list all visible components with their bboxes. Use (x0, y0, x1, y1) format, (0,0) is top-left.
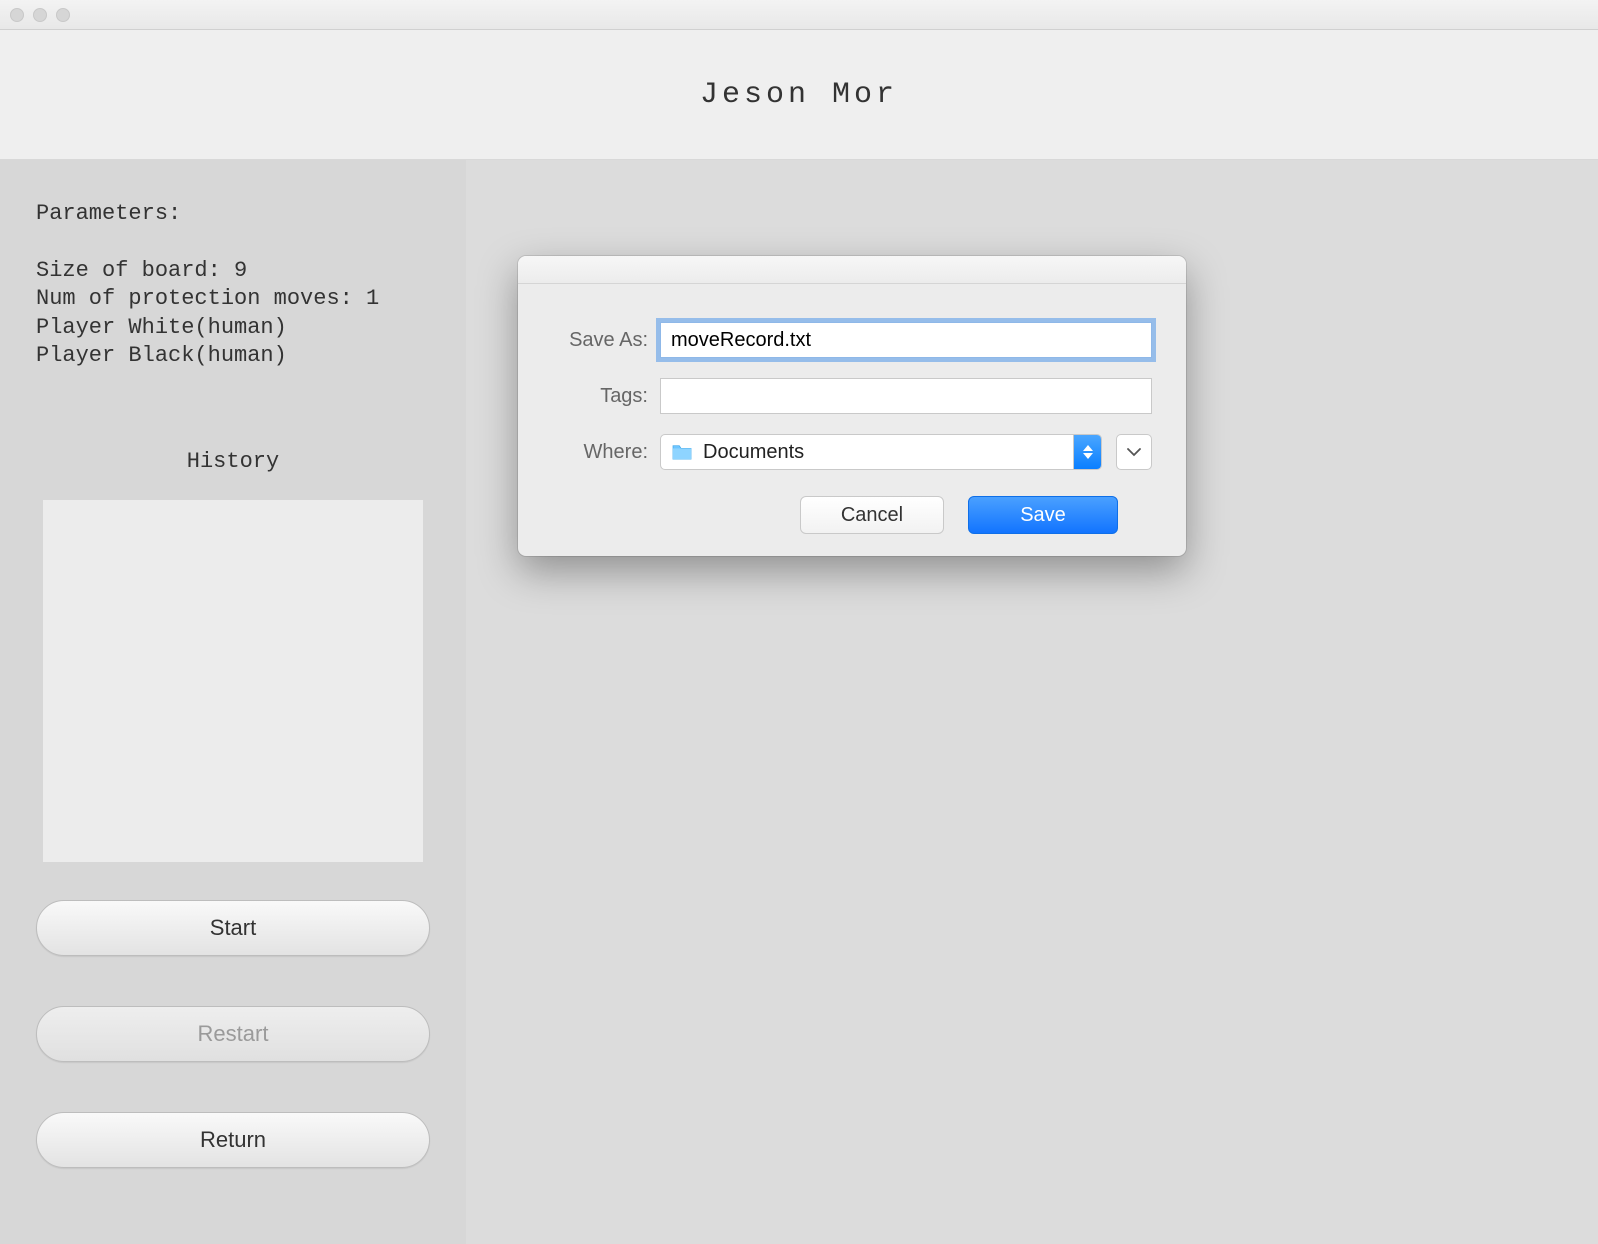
tags-label: Tags: (552, 385, 660, 408)
sidebar-buttons: Start Restart Return (36, 900, 430, 1168)
param-protection-moves: Num of protection moves: 1 (36, 285, 430, 314)
start-button[interactable]: Start (36, 900, 430, 956)
where-value: Documents (703, 441, 804, 464)
restart-button[interactable]: Restart (36, 1006, 430, 1062)
tags-row: Tags: (552, 378, 1152, 414)
return-button[interactable]: Return (36, 1112, 430, 1168)
param-player-white: Player White(human) (36, 314, 430, 343)
close-window-button[interactable] (10, 8, 24, 22)
save-as-label: Save As: (552, 329, 660, 352)
sidebar: Parameters: Size of board: 9 Num of prot… (0, 160, 466, 1244)
save-dialog-header (518, 256, 1186, 284)
chevron-down-icon (1127, 448, 1141, 457)
where-row: Where: Documents (552, 434, 1152, 470)
minimize-window-button[interactable] (33, 8, 47, 22)
save-as-row: Save As: (552, 322, 1152, 358)
cancel-button[interactable]: Cancel (800, 496, 944, 534)
dialog-button-row: Cancel Save (552, 496, 1152, 534)
parameters-block: Parameters: Size of board: 9 Num of prot… (36, 200, 430, 371)
save-as-input[interactable] (660, 322, 1152, 358)
parameters-heading: Parameters: (36, 200, 430, 229)
history-heading: History (36, 449, 430, 474)
app-title: Jeson Mor (700, 78, 898, 112)
tags-input[interactable] (660, 378, 1152, 414)
app-window: Jeson Mor Parameters: Size of board: 9 N… (0, 0, 1598, 1244)
history-list[interactable] (43, 500, 423, 862)
where-label: Where: (552, 441, 660, 464)
where-select[interactable]: Documents (660, 434, 1102, 470)
select-arrows-icon (1073, 435, 1101, 469)
save-dialog: Save As: Tags: Where: (518, 256, 1186, 556)
main-area: Save As: Tags: Where: (466, 160, 1598, 1244)
content-area: Parameters: Size of board: 9 Num of prot… (0, 160, 1598, 1244)
param-board-size: Size of board: 9 (36, 257, 430, 286)
window-titlebar (0, 0, 1598, 30)
param-player-black: Player Black(human) (36, 342, 430, 371)
expand-location-button[interactable] (1116, 434, 1152, 470)
folder-icon (671, 443, 693, 461)
app-header: Jeson Mor (0, 30, 1598, 160)
save-button[interactable]: Save (968, 496, 1118, 534)
zoom-window-button[interactable] (56, 8, 70, 22)
save-dialog-body: Save As: Tags: Where: (518, 284, 1186, 534)
